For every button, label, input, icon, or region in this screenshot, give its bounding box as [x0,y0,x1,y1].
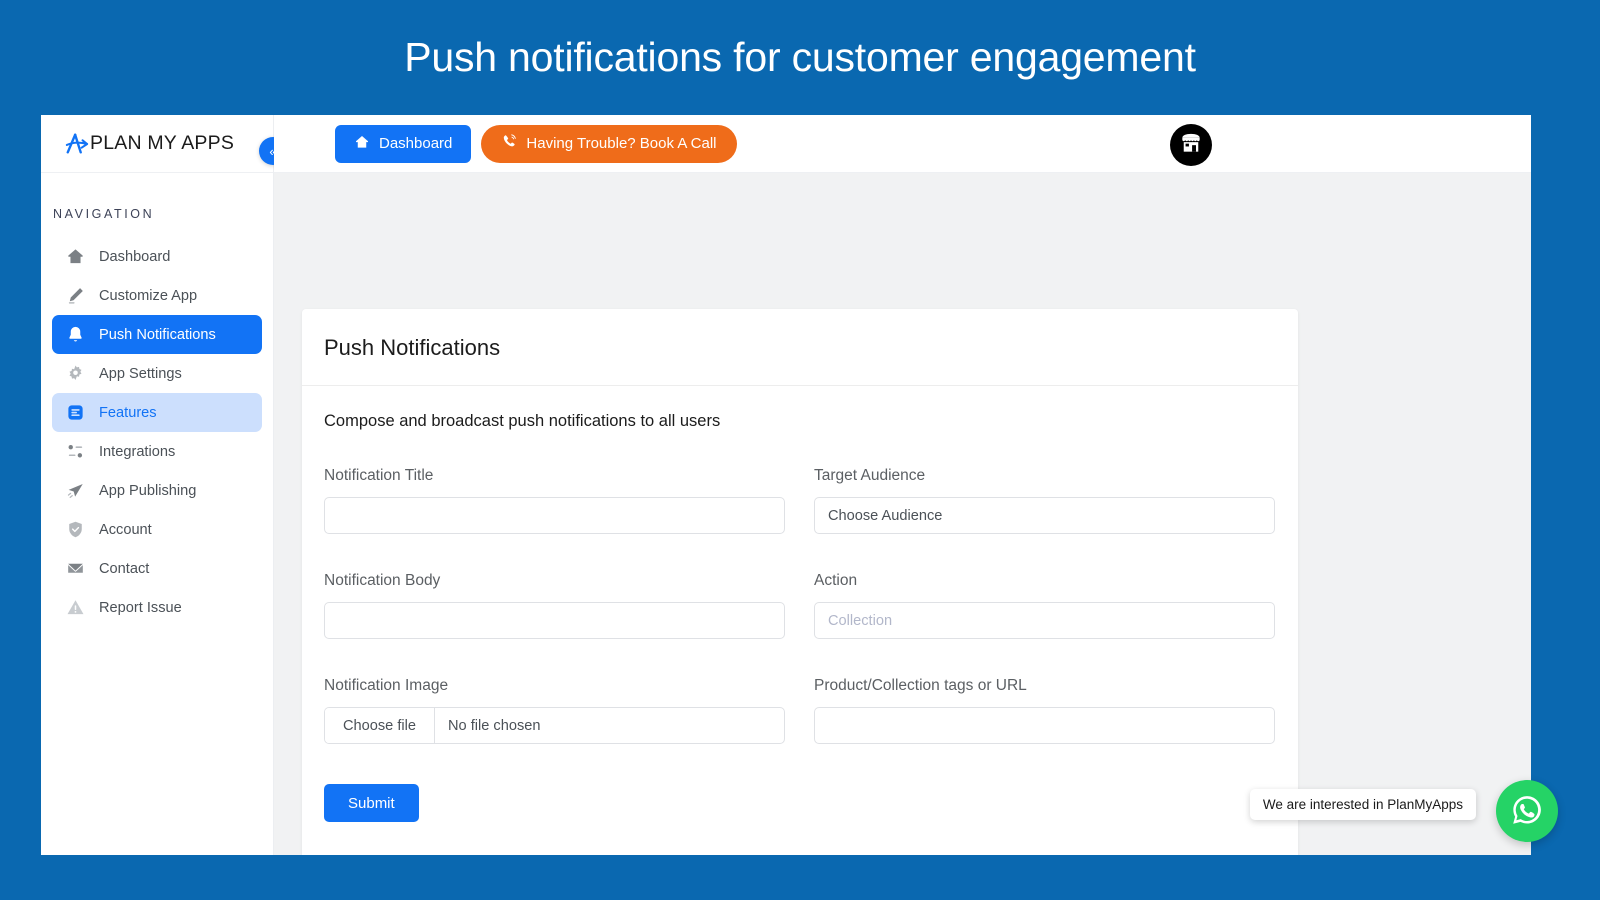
sidebar-item-label: Push Notifications [99,326,216,343]
whatsapp-button[interactable] [1496,780,1558,842]
notification-body-input[interactable] [324,602,785,639]
app-window: PLAN MY APPS « NAVIGATION Dashboard Cust… [41,115,1531,855]
page-banner: Push notifications for customer engageme… [0,0,1600,115]
action-label: Action [814,572,858,589]
brand[interactable]: PLAN MY APPS « [41,115,287,173]
sliders-icon [66,442,85,461]
whatsapp-icon [1508,791,1546,832]
warning-triangle-icon [66,598,85,617]
notification-title-input[interactable] [324,497,785,534]
sidebar-item-app-publishing[interactable]: App Publishing [52,471,262,510]
target-audience-select[interactable]: Choose Audience [814,497,1275,534]
sidebar-item-report-issue[interactable]: Report Issue [52,588,262,627]
product-tags-label: Product/Collection tags or URL [814,677,1027,694]
plan-my-apps-logo-icon [65,131,89,157]
shop-badge[interactable] [1170,124,1212,166]
list-icon [66,403,85,422]
book-a-call-label: Having Trouble? Book A Call [526,135,717,152]
envelope-icon [66,559,85,578]
sidebar: PLAN MY APPS « NAVIGATION Dashboard Cust… [41,115,287,855]
sidebar-item-account[interactable]: Account [52,510,262,549]
sidebar-item-label: Account [99,521,152,538]
choose-file-button[interactable]: Choose file [325,708,436,743]
sidebar-item-label: App Publishing [99,482,197,499]
push-notifications-card: Push Notifications Compose and broadcast… [302,309,1298,855]
sidebar-item-features[interactable]: Features [52,393,262,432]
sidebar-item-label: Integrations [99,443,176,460]
sidebar-item-label: Contact [99,560,150,577]
gear-icon [66,364,85,383]
notification-title-label: Notification Title [324,467,434,484]
home-icon [66,247,85,266]
card-subtitle: Compose and broadcast push notifications… [324,412,721,430]
brand-name: PLAN MY APPS [90,132,235,154]
content-area: Push Notifications Compose and broadcast… [274,173,1531,855]
card-body: Compose and broadcast push notifications… [302,386,1298,855]
dashboard-button-label: Dashboard [379,135,453,152]
storefront-icon [1178,130,1204,161]
field-notification-body: Notification Body [324,572,785,639]
book-a-call-button[interactable]: Having Trouble? Book A Call [481,124,737,163]
sidebar-nav-list: Dashboard Customize App Push Notificatio… [41,237,273,627]
notification-body-label: Notification Body [324,572,441,589]
field-notification-title: Notification Title [324,467,785,534]
action-select[interactable]: Collection [814,602,1275,639]
sidebar-item-contact[interactable]: Contact [52,549,262,588]
submit-button[interactable]: Submit [324,784,419,822]
card-header: Push Notifications [302,309,1298,386]
action-placeholder: Collection [828,612,893,629]
page-title: Push Notifications [324,335,501,360]
file-status-text: No file chosen [448,717,541,734]
form-grid: Notification Title Target Audience Choos… [324,467,1276,782]
notification-image-file-input[interactable]: Choose file No file chosen [324,707,785,744]
bell-icon [66,325,85,344]
field-notification-image: Notification Image Choose file No file c… [324,677,785,744]
sidebar-item-label: Dashboard [99,248,171,265]
sidebar-item-dashboard[interactable]: Dashboard [52,237,262,276]
sidebar-item-push-notifications[interactable]: Push Notifications [52,315,262,354]
sidebar-item-label: Features [99,404,157,421]
topbar: Dashboard Having Trouble? Book A Call [274,115,1531,173]
shield-check-icon [66,520,85,539]
dashboard-button[interactable]: Dashboard [335,124,472,163]
main-area: Dashboard Having Trouble? Book A Call Pu… [274,115,1531,855]
sidebar-item-customize-app[interactable]: Customize App [52,276,262,315]
field-product-tags: Product/Collection tags or URL [814,677,1275,744]
sidebar-item-app-settings[interactable]: App Settings [52,354,262,393]
sidebar-heading: NAVIGATION [53,207,155,221]
field-target-audience: Target Audience Choose Audience [814,467,1275,534]
field-action: Action Collection [814,572,1275,639]
target-audience-label: Target Audience [814,467,926,484]
sidebar-item-label: Customize App [99,287,198,304]
target-audience-value: Choose Audience [828,507,943,524]
home-icon [354,134,370,154]
pencil-icon [66,286,85,305]
sidebar-item-label: Report Issue [99,599,182,616]
sidebar-item-label: App Settings [99,365,182,382]
whatsapp-tooltip: We are interested in PlanMyApps [1249,789,1476,820]
sidebar-item-integrations[interactable]: Integrations [52,432,262,471]
notification-image-label: Notification Image [324,677,449,694]
paper-plane-icon [66,481,85,500]
phone-icon [501,133,518,154]
product-tags-input[interactable] [814,707,1275,744]
banner-title: Push notifications for customer engageme… [404,34,1196,80]
